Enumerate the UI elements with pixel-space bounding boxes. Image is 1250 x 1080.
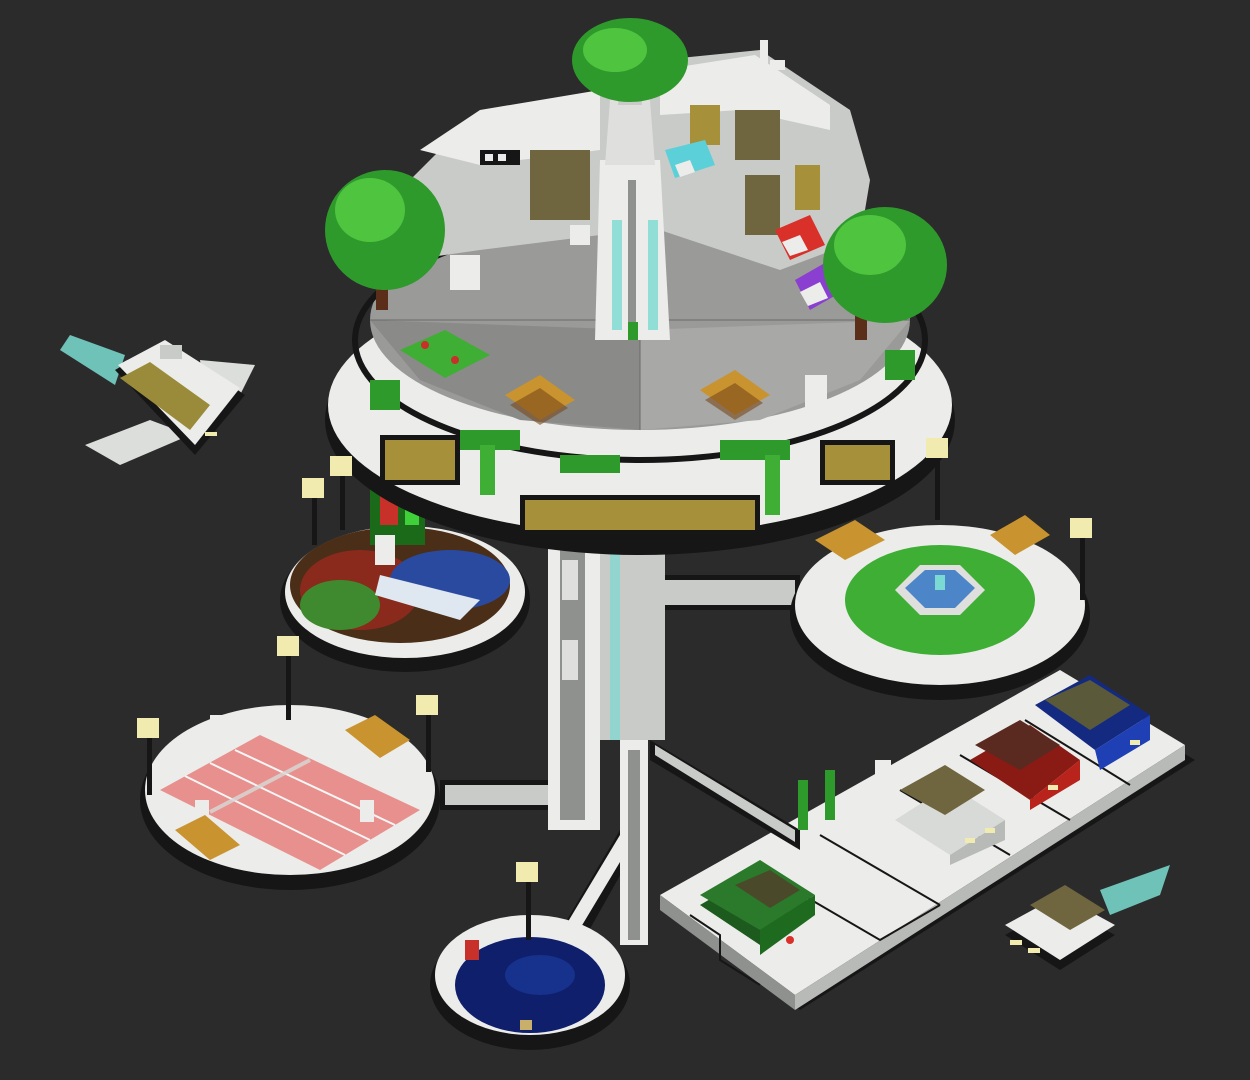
tennis-court-pod xyxy=(140,705,440,890)
tree-back xyxy=(572,18,688,102)
voxel-sky-city-scene xyxy=(0,0,1250,1080)
